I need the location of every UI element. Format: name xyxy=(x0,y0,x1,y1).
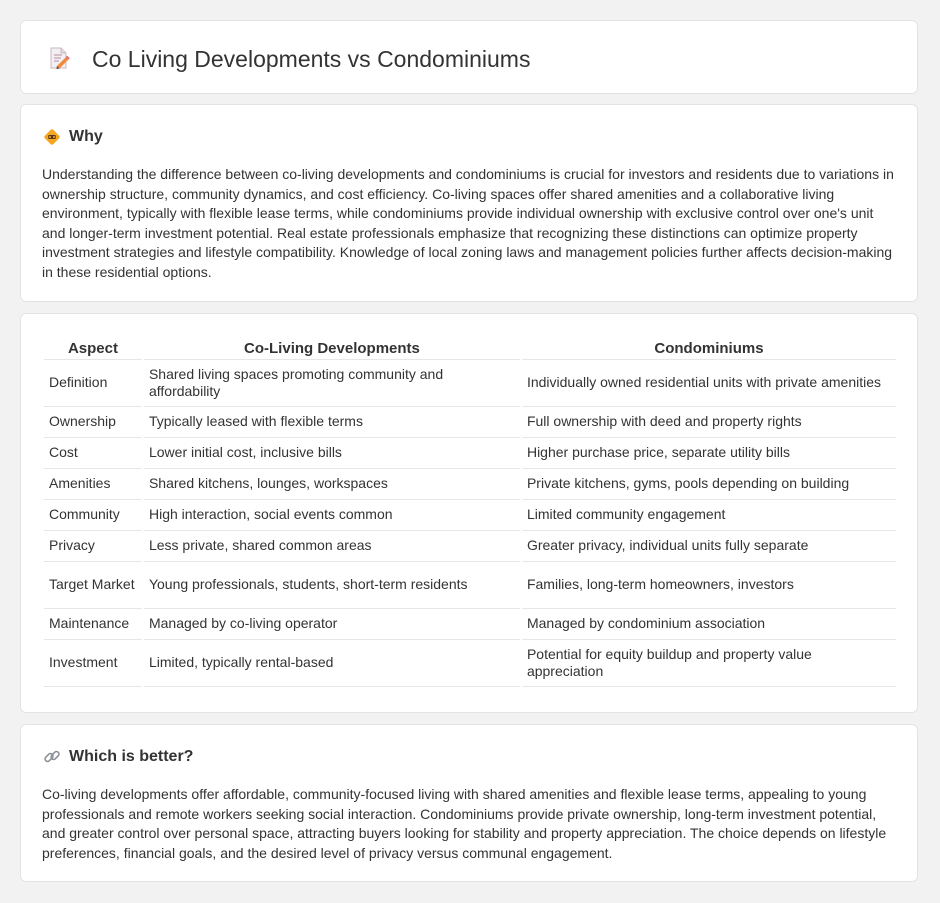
co-living-cell: Less private, shared common areas xyxy=(143,531,520,562)
condominium-cell: Private kitchens, gyms, pools depending … xyxy=(521,469,896,500)
better-heading-row: Which is better? xyxy=(43,747,193,767)
condominium-cell: Potential for equity buildup and propert… xyxy=(521,640,896,687)
better-text: Co-living developments offer affordable,… xyxy=(42,786,887,861)
table-row: Ownership Typically leased with flexible… xyxy=(44,407,896,438)
why-text: Understanding the difference between co-… xyxy=(42,166,894,280)
link-icon xyxy=(43,748,61,766)
diamond-warning-icon xyxy=(43,128,61,146)
aspect-cell: Investment xyxy=(44,640,142,687)
condominium-cell: Higher purchase price, separate utility … xyxy=(521,438,896,469)
which-is-better-section: Which is better? Co-living developments … xyxy=(20,724,918,882)
aspect-cell: Ownership xyxy=(44,407,142,438)
co-living-cell: Lower initial cost, inclusive bills xyxy=(143,438,520,469)
table-row: Definition Shared living spaces promotin… xyxy=(44,360,896,407)
co-living-cell: Young professionals, students, short-ter… xyxy=(143,562,520,609)
document-pencil-icon xyxy=(48,46,70,70)
table-row: Amenities Shared kitchens, lounges, work… xyxy=(44,469,896,500)
aspect-cell: Amenities xyxy=(44,469,142,500)
why-heading-row: Why xyxy=(43,127,103,147)
condominium-cell: Individually owned residential units wit… xyxy=(521,360,896,407)
page-title: Co Living Developments vs Condominiums xyxy=(92,46,531,72)
table-row: Privacy Less private, shared common area… xyxy=(44,531,896,562)
table-row: Cost Lower initial cost, inclusive bills… xyxy=(44,438,896,469)
aspect-cell: Cost xyxy=(44,438,142,469)
condominium-cell: Managed by condominium association xyxy=(521,609,896,640)
co-living-cell: High interaction, social events common xyxy=(143,500,520,531)
comparison-table: Aspect Co-Living Developments Condominiu… xyxy=(42,335,898,687)
header-aspect: Aspect xyxy=(44,335,142,360)
aspect-cell: Target Market xyxy=(44,562,142,609)
header-condominiums: Condominiums xyxy=(521,335,896,360)
condominium-cell: Greater privacy, individual units fully … xyxy=(521,531,896,562)
condominium-cell: Families, long-term homeowners, investor… xyxy=(521,562,896,609)
why-section: Why Understanding the difference between… xyxy=(20,104,918,302)
co-living-cell: Shared kitchens, lounges, workspaces xyxy=(143,469,520,500)
co-living-cell: Shared living spaces promoting community… xyxy=(143,360,520,407)
better-heading: Which is better? xyxy=(69,748,194,765)
condominium-cell: Full ownership with deed and property ri… xyxy=(521,407,896,438)
table-row: Maintenance Managed by co-living operato… xyxy=(44,609,896,640)
header-co-living: Co-Living Developments xyxy=(143,335,520,360)
aspect-cell: Definition xyxy=(44,360,142,407)
co-living-cell: Typically leased with flexible terms xyxy=(143,407,520,438)
table-row: Investment Limited, typically rental-bas… xyxy=(44,640,896,687)
comparison-section: Aspect Co-Living Developments Condominiu… xyxy=(20,313,918,713)
table-row: Community High interaction, social event… xyxy=(44,500,896,531)
co-living-cell: Limited, typically rental-based xyxy=(143,640,520,687)
title-card: Co Living Developments vs Condominiums xyxy=(20,20,918,94)
table-row: Target Market Young professionals, stude… xyxy=(44,562,896,609)
table-header-row: Aspect Co-Living Developments Condominiu… xyxy=(44,335,896,360)
co-living-cell: Managed by co-living operator xyxy=(143,609,520,640)
condominium-cell: Limited community engagement xyxy=(521,500,896,531)
aspect-cell: Maintenance xyxy=(44,609,142,640)
aspect-cell: Privacy xyxy=(44,531,142,562)
why-heading: Why xyxy=(69,128,103,145)
aspect-cell: Community xyxy=(44,500,142,531)
